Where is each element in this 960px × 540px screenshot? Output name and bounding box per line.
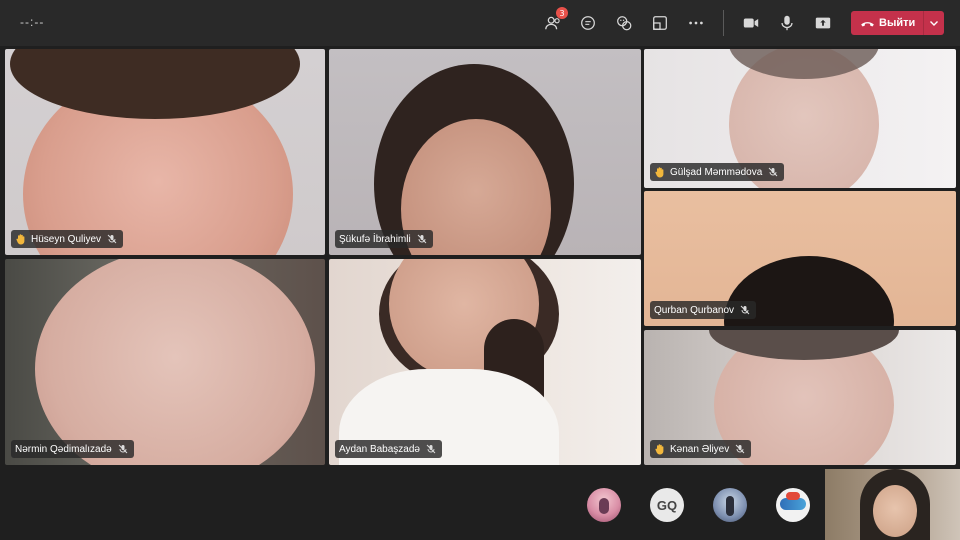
participant-name-tag: Aydan Babaşzadə (335, 440, 442, 458)
share-tray-icon (653, 16, 667, 30)
avatar-figure (599, 498, 609, 514)
participant-name-tag: Hüseyn Quliyev (11, 230, 124, 248)
more-options-button[interactable] (683, 10, 709, 36)
participant-avatar[interactable] (713, 488, 747, 522)
meeting-toolbar: --:-- 3 Выйти (0, 0, 960, 46)
video-tile[interactable]: Şükufə İbrahimli (329, 49, 641, 255)
participant-avatar[interactable] (587, 488, 621, 522)
avatar-figure (726, 496, 734, 516)
mic-off-icon (768, 167, 778, 177)
participant-name: Aydan Babaşzadə (339, 443, 420, 455)
mic-off-icon (118, 444, 128, 454)
avatar-initials: GQ (656, 497, 678, 513)
participants-button[interactable]: 3 (540, 7, 568, 36)
avatar-logo-accent (786, 492, 800, 500)
participant-avatar[interactable]: GQ (650, 488, 684, 522)
phone-hangup-icon (861, 21, 874, 26)
video-tile[interactable]: Qurban Qurbanov (644, 191, 956, 326)
more-icon (689, 21, 703, 25)
mic-off-icon (735, 444, 745, 454)
mic-off-icon (426, 444, 436, 454)
leave-button-group: Выйти (851, 11, 944, 35)
participant-name: Nərmin Qədimalızadə (15, 443, 112, 455)
microphone-button[interactable] (774, 10, 800, 36)
participant-face (35, 259, 315, 465)
participant-face (873, 485, 917, 537)
video-tile[interactable]: Nərmin Qədimalızadə (5, 259, 325, 465)
mic-icon (781, 15, 793, 31)
leave-options-button[interactable] (924, 11, 944, 35)
raised-hand-icon (655, 444, 664, 455)
chat-icon (581, 16, 595, 30)
participant-name: Gülşad Məmmədova (670, 166, 763, 178)
mic-off-icon (740, 305, 750, 315)
participant-avatar[interactable] (776, 488, 810, 522)
participant-name-tag: Şükufə İbrahimli (335, 230, 433, 248)
participant-name-tag: Kənan Əliyev (650, 440, 752, 458)
camera-icon (743, 18, 759, 28)
participant-name-tag: Qurban Qurbanov (650, 301, 757, 319)
share-tray-button[interactable] (647, 10, 673, 36)
raised-hand-icon (655, 167, 664, 178)
camera-button[interactable] (738, 10, 764, 36)
toolbar-divider (723, 10, 724, 36)
mic-off-icon (417, 234, 427, 244)
reactions-button[interactable] (611, 10, 637, 36)
share-screen-button[interactable] (810, 10, 836, 36)
chevron-down-icon (930, 21, 938, 26)
raised-hand-icon (16, 234, 25, 245)
video-tile[interactable]: Gülşad Məmmədova (644, 49, 956, 188)
video-tile[interactable]: Aydan Babaşzadə (329, 259, 641, 465)
participants-badge: 3 (556, 7, 568, 19)
participant-name: Kənan Əliyev (670, 443, 730, 455)
self-view-video[interactable] (825, 469, 960, 540)
participant-name-tag: Nərmin Qədimalızadə (11, 440, 134, 458)
participant-name-tag: Gülşad Məmmədova (650, 163, 785, 181)
meeting-timer: --:-- (20, 15, 45, 29)
participant-name: Şükufə İbrahimli (339, 233, 411, 245)
chat-button[interactable] (575, 10, 601, 36)
share-icon (815, 17, 831, 29)
mic-off-icon (107, 234, 117, 244)
leave-label: Выйти (879, 17, 916, 29)
participant-name: Hüseyn Quliyev (31, 233, 102, 245)
participant-name: Qurban Qurbanov (654, 304, 735, 316)
video-tile[interactable]: Kənan Əliyev (644, 330, 956, 465)
leave-button[interactable]: Выйти (851, 11, 923, 35)
video-tile[interactable]: Hüseyn Quliyev (5, 49, 325, 255)
reactions-icon (617, 16, 632, 31)
